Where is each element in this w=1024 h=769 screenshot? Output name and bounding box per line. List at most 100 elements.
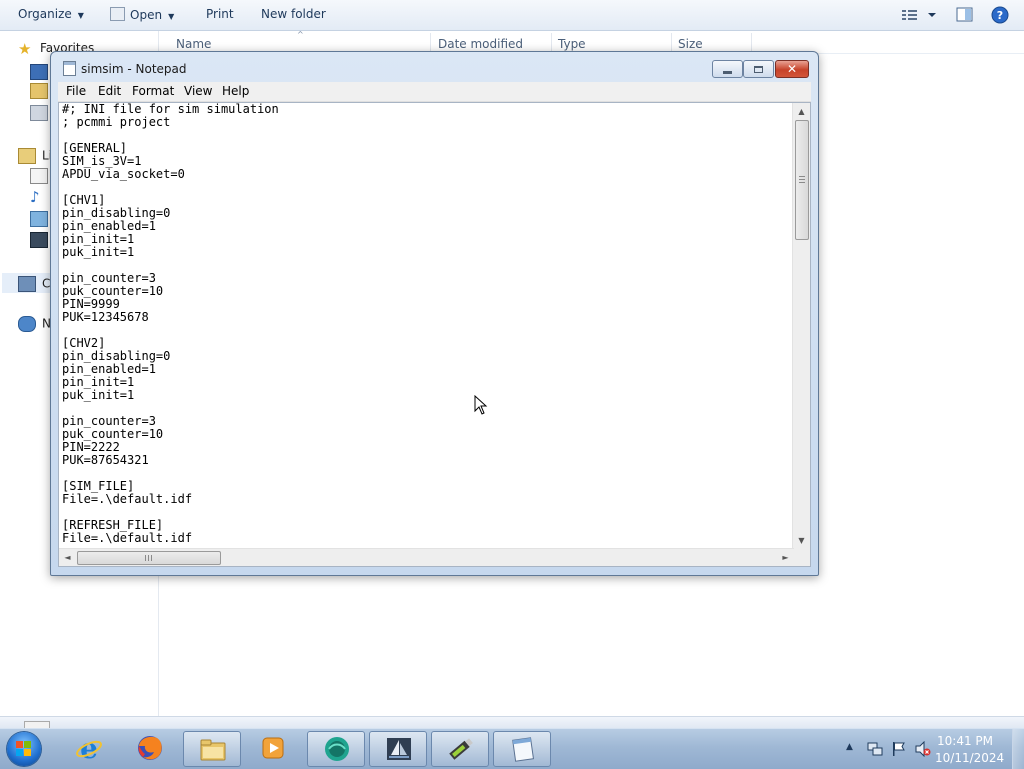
grip-icon [799, 182, 805, 183]
nav-network[interactable]: N [18, 316, 51, 332]
preview-pane-button[interactable] [956, 7, 973, 26]
print-label: Print [206, 7, 234, 21]
taskbar-app-sailboat[interactable] [369, 731, 427, 767]
show-hidden-icons-button[interactable]: ▲ [846, 742, 862, 758]
taskbar-internet-explorer[interactable]: e [60, 731, 118, 767]
desktop-icon [30, 64, 48, 80]
scrollbar-corner [793, 549, 810, 566]
downloads-icon [30, 83, 48, 99]
taskbar-windows-explorer[interactable] [183, 731, 241, 767]
svg-text:?: ? [997, 9, 1003, 22]
globe-app-icon [325, 737, 349, 761]
new-folder-label: New folder [261, 7, 326, 21]
scroll-down-arrow-icon[interactable]: ▼ [793, 532, 810, 549]
taskbar-firefox[interactable] [121, 731, 179, 767]
notepad-icon [512, 737, 535, 762]
menu-help[interactable]: Help [222, 84, 249, 98]
column-divider[interactable] [671, 33, 672, 53]
vertical-scroll-thumb[interactable] [795, 120, 809, 240]
start-button[interactable] [7, 732, 41, 766]
column-divider[interactable] [551, 33, 552, 53]
media-player-icon [262, 737, 284, 759]
folder-icon [200, 739, 226, 761]
firefox-icon [138, 736, 162, 760]
music-icon: ♪ [30, 187, 40, 206]
open-label: Open [130, 8, 163, 22]
help-icon: ? [991, 6, 1009, 24]
nav-music[interactable]: ♪ [30, 189, 52, 204]
text-editor[interactable]: #; INI file for sim simulation ; pcmmi p… [62, 103, 788, 548]
documents-icon [30, 168, 48, 184]
organize-label: Organize [18, 7, 72, 21]
taskbar-notepad[interactable] [493, 731, 551, 767]
open-button[interactable]: Open ▼ [110, 7, 174, 22]
notepad-titlebar[interactable]: simsim - Notepad ✕ [51, 52, 818, 82]
column-type[interactable]: Type [558, 37, 586, 51]
libraries-icon [18, 148, 36, 164]
open-file-icon [110, 7, 125, 21]
notepad-window: simsim - Notepad ✕ File Edit Format View… [50, 51, 819, 576]
clock-date[interactable]: 10/11/2024 [935, 751, 1004, 765]
taskbar-media-player[interactable] [244, 731, 302, 767]
menu-format[interactable]: Format [132, 84, 174, 98]
view-list-icon [902, 10, 936, 20]
grip-icon [799, 179, 805, 180]
scroll-right-arrow-icon[interactable]: ► [777, 549, 794, 566]
star-icon: ★ [18, 39, 32, 58]
grip-icon [799, 176, 805, 177]
taskbar-app-green-globe[interactable] [307, 731, 365, 767]
show-desktop-button[interactable] [1012, 729, 1024, 769]
column-name[interactable]: Name [176, 37, 211, 51]
nav-libraries[interactable]: Li [18, 148, 52, 164]
preview-pane-icon [956, 7, 973, 22]
menu-edit[interactable]: Edit [98, 84, 121, 98]
view-options-button[interactable] [902, 7, 938, 26]
scroll-left-arrow-icon[interactable]: ◄ [59, 549, 76, 566]
sailboat-app-icon [387, 738, 411, 760]
network-icon [18, 316, 36, 332]
grip-icon [145, 555, 146, 561]
taskbar-app-usb-stick[interactable] [431, 731, 489, 767]
svg-text:e: e [80, 734, 98, 762]
new-folder-button[interactable]: New folder [261, 7, 326, 21]
column-divider[interactable] [751, 33, 752, 53]
recent-places-icon [30, 105, 48, 121]
chevron-down-icon: ▼ [77, 11, 84, 20]
internet-explorer-icon: e [76, 734, 102, 762]
grip-icon [151, 555, 152, 561]
vertical-scrollbar[interactable]: ▲ ▼ [792, 103, 810, 549]
horizontal-scroll-thumb[interactable] [77, 551, 221, 565]
maximize-icon [754, 65, 763, 73]
chevron-down-icon: ▼ [168, 12, 175, 21]
computer-icon [18, 276, 36, 292]
windows-logo-icon [16, 741, 32, 757]
notepad-app-icon[interactable] [63, 61, 76, 76]
editor-area: #; INI file for sim simulation ; pcmmi p… [58, 102, 811, 567]
menu-file[interactable]: File [66, 84, 86, 98]
volume-muted-icon[interactable] [915, 741, 931, 757]
network-status-icon[interactable] [867, 741, 883, 757]
minimize-button[interactable] [712, 60, 743, 78]
maximize-button[interactable] [743, 60, 774, 78]
mouse-pointer-icon [474, 395, 488, 415]
menu-bar: File Edit Format View Help [58, 82, 811, 102]
clock-time[interactable]: 10:41 PM [935, 734, 995, 748]
close-button[interactable]: ✕ [775, 60, 809, 78]
pictures-icon [30, 211, 48, 227]
action-center-flag-icon[interactable] [891, 741, 907, 757]
videos-icon [30, 232, 48, 248]
column-size[interactable]: Size [678, 37, 703, 51]
usb-stick-icon [449, 738, 473, 760]
help-button[interactable]: ? [991, 6, 1009, 27]
taskbar: e ▲ 10:41 PM 10/11/2024 [0, 728, 1024, 769]
organize-button[interactable]: Organize ▼ [18, 7, 84, 21]
sort-ascending-icon: ^ [297, 30, 304, 39]
column-date-modified[interactable]: Date modified [438, 37, 523, 51]
menu-view[interactable]: View [184, 84, 212, 98]
column-divider[interactable] [430, 33, 431, 53]
print-button[interactable]: Print [206, 7, 234, 21]
scroll-up-arrow-icon[interactable]: ▲ [793, 103, 810, 120]
grip-icon [148, 555, 149, 561]
horizontal-scrollbar[interactable]: ◄ ► [59, 548, 794, 566]
explorer-toolbar: Organize ▼ Open ▼ Print New folder ? [0, 0, 1024, 31]
